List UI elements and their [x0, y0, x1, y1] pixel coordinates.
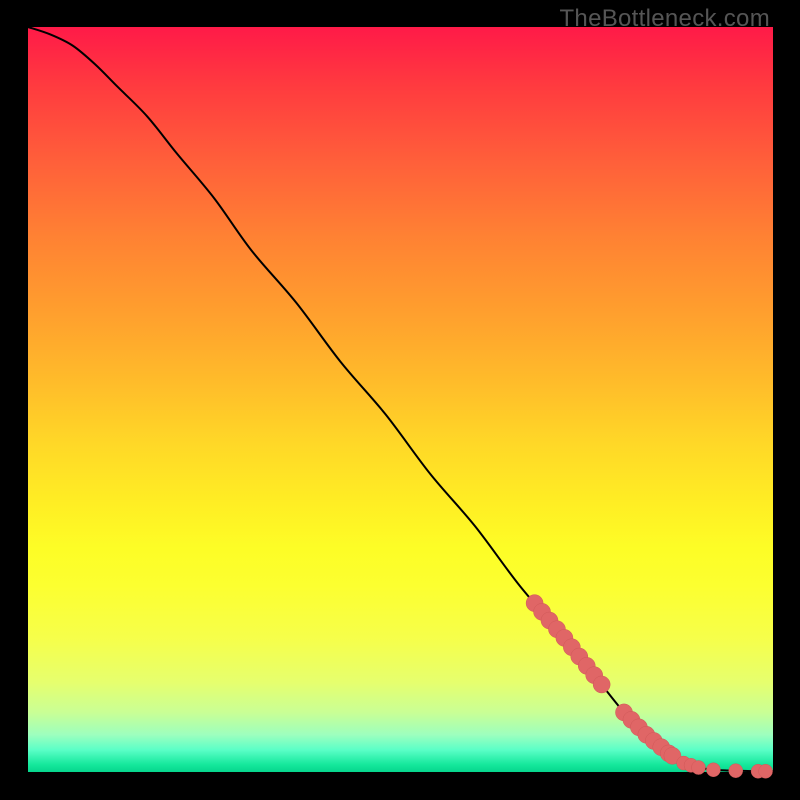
marker-dots [526, 595, 772, 779]
marker-dot [692, 761, 706, 775]
marker-dot [706, 763, 720, 777]
marker-dot [759, 764, 773, 778]
marker-dot [593, 676, 610, 693]
watermark-label: TheBottleneck.com [559, 5, 770, 33]
plot-area [28, 27, 773, 772]
chart-frame: TheBottleneck.com [0, 0, 800, 800]
data-curve [28, 27, 773, 771]
curve-layer [28, 27, 773, 772]
marker-dot [729, 764, 743, 778]
